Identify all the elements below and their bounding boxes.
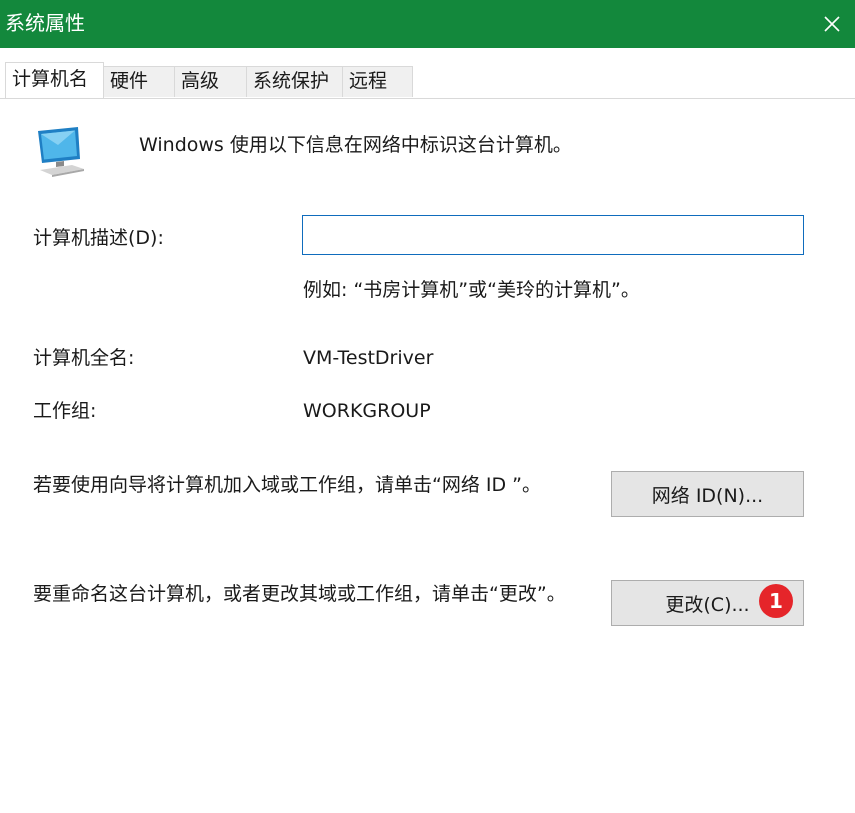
tab-system-protection[interactable]: 系统保护 (246, 66, 343, 97)
network-id-description: 若要使用向导将计算机加入域或工作组，请单击“网络 ID ”。 (33, 474, 542, 496)
change-description: 要重命名这台计算机，或者更改其域或工作组，请单击“更改”。 (33, 583, 566, 605)
workgroup-label: 工作组: (33, 400, 97, 422)
computer-icon (38, 127, 84, 177)
window-title: 系统属性 (5, 11, 85, 35)
title-bar: 系统属性 (0, 0, 855, 48)
intro-text: Windows 使用以下信息在网络中标识这台计算机。 (139, 134, 572, 156)
tab-strip: 计算机名 硬件 高级 系统保护 远程 (0, 48, 855, 99)
tab-computer-name[interactable]: 计算机名 (5, 62, 104, 98)
network-id-button[interactable]: 网络 ID(N)... (611, 471, 804, 517)
full-name-value: VM-TestDriver (303, 347, 434, 369)
tab-remote[interactable]: 远程 (342, 66, 413, 97)
close-icon (824, 16, 840, 32)
computer-name-panel: Windows 使用以下信息在网络中标识这台计算机。 计算机描述(D): 例如:… (0, 99, 855, 813)
tab-advanced[interactable]: 高级 (174, 66, 247, 97)
computer-description-input[interactable] (302, 215, 804, 255)
tab-hardware[interactable]: 硬件 (103, 66, 175, 97)
full-name-label: 计算机全名: (33, 347, 135, 369)
description-label: 计算机描述(D): (33, 227, 164, 249)
description-example: 例如: “书房计算机”或“美玲的计算机”。 (303, 279, 640, 301)
workgroup-value: WORKGROUP (303, 400, 431, 422)
close-button[interactable] (809, 0, 855, 48)
step-badge: 1 (759, 584, 793, 618)
